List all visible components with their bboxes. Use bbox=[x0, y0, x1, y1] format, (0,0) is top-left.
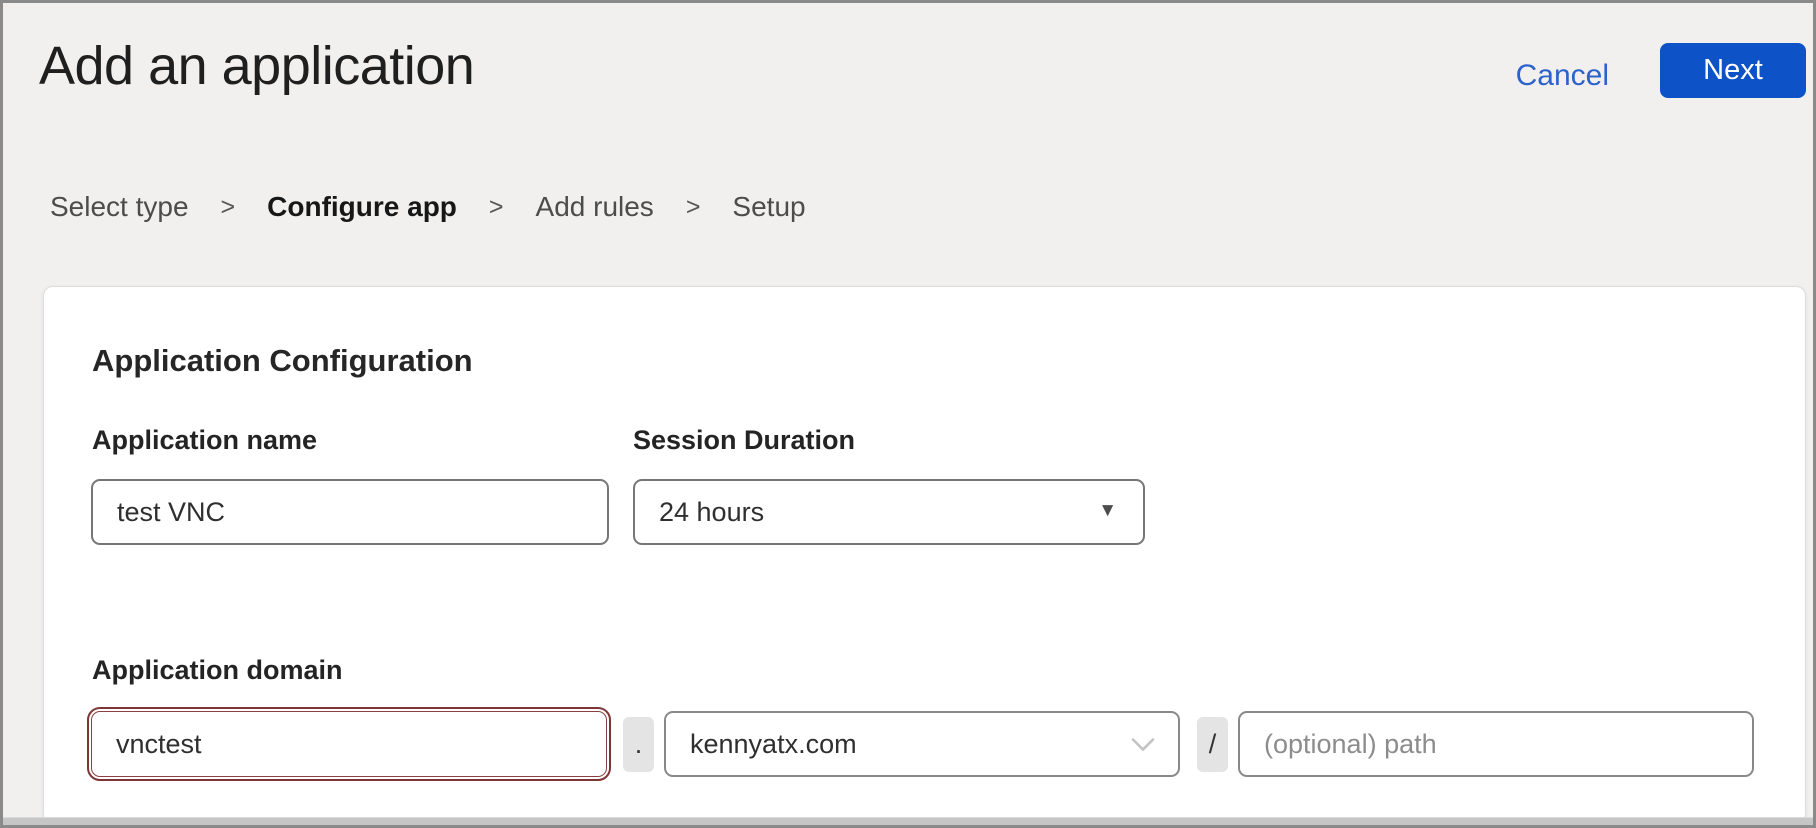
application-configuration-card: Application Configuration Application na… bbox=[43, 286, 1806, 824]
chevron-down-icon bbox=[1130, 729, 1156, 760]
slash-separator: / bbox=[1197, 717, 1228, 772]
next-button[interactable]: Next bbox=[1660, 43, 1806, 98]
application-domain-label: Application domain bbox=[92, 655, 343, 686]
path-input[interactable] bbox=[1238, 711, 1754, 777]
dot-separator: . bbox=[623, 717, 654, 772]
breadcrumb-step-add-rules: Add rules bbox=[536, 191, 654, 223]
breadcrumb: Select type > Configure app > Add rules … bbox=[50, 191, 806, 223]
application-name-input[interactable] bbox=[91, 479, 609, 545]
add-application-page: Add an application Cancel Next Select ty… bbox=[0, 0, 1816, 828]
breadcrumb-step-select-type: Select type bbox=[50, 191, 189, 223]
domain-select[interactable]: kennyatx.com bbox=[664, 711, 1180, 777]
caret-down-icon: ▼ bbox=[1098, 500, 1117, 522]
section-title: Application Configuration bbox=[92, 343, 473, 379]
page-title: Add an application bbox=[39, 35, 474, 97]
breadcrumb-step-configure-app: Configure app bbox=[267, 191, 457, 223]
subdomain-input[interactable] bbox=[91, 711, 607, 777]
domain-select-value: kennyatx.com bbox=[690, 729, 857, 760]
session-duration-label: Session Duration bbox=[633, 425, 855, 456]
session-duration-value: 24 hours bbox=[659, 497, 764, 528]
breadcrumb-separator-icon: > bbox=[221, 193, 236, 222]
breadcrumb-step-setup: Setup bbox=[732, 191, 805, 223]
application-name-label: Application name bbox=[92, 425, 317, 456]
window-bottom-edge bbox=[3, 817, 1813, 825]
breadcrumb-separator-icon: > bbox=[686, 193, 701, 222]
breadcrumb-separator-icon: > bbox=[489, 193, 504, 222]
session-duration-select[interactable]: 24 hours ▼ bbox=[633, 479, 1145, 545]
cancel-button[interactable]: Cancel bbox=[1516, 59, 1609, 93]
